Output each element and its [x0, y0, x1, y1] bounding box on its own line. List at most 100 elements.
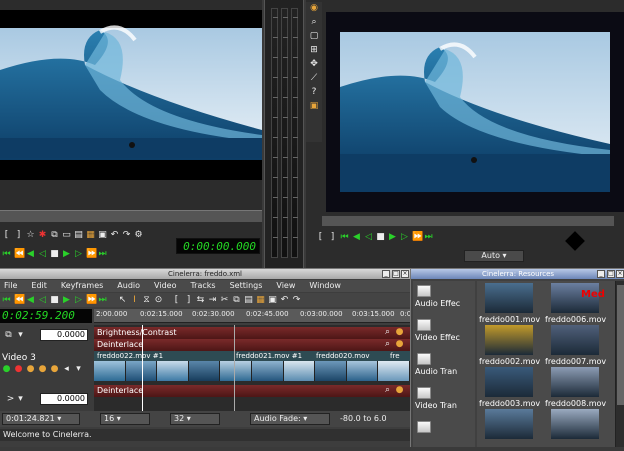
reverse-play-icon[interactable]: ◁: [38, 249, 47, 259]
position-field[interactable]: 0:01:24.821 ▾: [2, 413, 80, 425]
frame-forward-icon[interactable]: ▷: [400, 232, 409, 242]
lock-icon[interactable]: ⊙: [154, 295, 163, 305]
chevron-down-icon[interactable]: ▾: [74, 365, 83, 374]
play-track-icon[interactable]: ●: [2, 365, 11, 374]
protect-icon[interactable]: ◉: [310, 4, 319, 13]
scrollbar-thumb[interactable]: [617, 285, 624, 405]
folder-video-effects[interactable]: Video Effec: [415, 319, 473, 345]
effect-toggle-icon[interactable]: ●: [395, 340, 404, 349]
audio-fade-select[interactable]: Audio Fade: ▾: [250, 413, 330, 425]
projector-icon[interactable]: ⊞: [310, 46, 319, 55]
magnify-icon[interactable]: ⌕: [383, 340, 392, 349]
compositor-canvas[interactable]: [326, 12, 624, 212]
menu-edit[interactable]: Edit: [31, 280, 47, 292]
stop-icon[interactable]: ■: [50, 249, 59, 259]
maximize-icon[interactable]: □: [392, 270, 400, 278]
to-clip-icon[interactable]: ▣: [98, 230, 107, 240]
frame-forward-icon[interactable]: ▷: [74, 249, 83, 259]
asset-item[interactable]: freddo007.mov: [545, 325, 606, 367]
frame-back-icon[interactable]: ◀: [26, 295, 35, 305]
compositor-video-frame[interactable]: [340, 32, 610, 192]
redo-icon[interactable]: ↷: [292, 295, 301, 305]
clip-icon[interactable]: ▦: [256, 295, 265, 305]
fast-reverse-icon[interactable]: ⏪: [14, 249, 25, 259]
minimize-icon[interactable]: _: [382, 270, 390, 278]
fade-value-field[interactable]: 0.0000: [40, 329, 88, 341]
menu-keyframes[interactable]: Keyframes: [61, 280, 103, 292]
clip-icon[interactable]: ▦: [86, 230, 95, 240]
minimize-icon[interactable]: _: [597, 270, 605, 278]
rewind-start-icon[interactable]: ⏮: [2, 295, 11, 305]
draw-icon[interactable]: ●: [38, 365, 47, 374]
splice-icon[interactable]: ▭: [62, 230, 71, 240]
asset-item[interactable]: Med freddo006.mov: [545, 283, 606, 325]
sample-select-b[interactable]: 32 ▾: [170, 413, 220, 425]
maximize-icon[interactable]: □: [607, 270, 615, 278]
stop-icon[interactable]: ■: [50, 295, 59, 305]
arrow-tool-icon[interactable]: ↖: [118, 295, 127, 305]
fade-value-field-2[interactable]: 0.0000: [40, 393, 88, 405]
menu-view[interactable]: View: [276, 280, 295, 292]
close-icon[interactable]: ×: [401, 270, 409, 278]
cut-icon[interactable]: ✂: [220, 295, 229, 305]
insertion-point[interactable]: [142, 325, 143, 411]
chevron-down-icon[interactable]: ▾: [16, 395, 25, 404]
undo-icon[interactable]: ↶: [110, 230, 119, 240]
splice-icon[interactable]: ⇆: [196, 295, 205, 305]
frame-back-icon[interactable]: ◀: [26, 249, 35, 259]
reverse-play-icon[interactable]: ◁: [38, 295, 47, 305]
sample-select-a[interactable]: 16 ▾: [100, 413, 150, 425]
play-icon[interactable]: ▶: [62, 249, 71, 259]
menu-settings[interactable]: Settings: [230, 280, 263, 292]
prev-label-icon[interactable]: [: [316, 232, 325, 242]
safe-region-icon[interactable]: ▣: [310, 102, 319, 111]
label-red-icon[interactable]: ✱: [38, 230, 47, 240]
label-icon[interactable]: ☆: [26, 230, 35, 240]
rewind-start-icon[interactable]: ⏮: [340, 232, 349, 242]
menu-audio[interactable]: Audio: [117, 280, 140, 292]
view-mode-icon[interactable]: ⧉: [4, 331, 13, 340]
expand-icon[interactable]: ◂: [62, 365, 71, 374]
bracket-in-icon[interactable]: [: [172, 295, 181, 305]
effect-toggle-icon[interactable]: ●: [395, 386, 404, 395]
gang-icon[interactable]: ●: [26, 365, 35, 374]
frame-back-icon[interactable]: ◀: [352, 232, 361, 242]
play-icon[interactable]: ▶: [388, 232, 397, 242]
play-icon[interactable]: ▶: [62, 295, 71, 305]
folder-media[interactable]: [415, 421, 473, 447]
camera-icon[interactable]: ▢: [310, 32, 319, 41]
viewer-scrub-bar[interactable]: [0, 210, 262, 222]
stop-icon[interactable]: ■: [376, 232, 385, 242]
effect-toggle-icon[interactable]: ●: [395, 328, 404, 337]
settings-icon[interactable]: ⚙: [134, 230, 143, 240]
magnify-icon[interactable]: ⌕: [383, 328, 392, 337]
jump-end-icon[interactable]: ⏭: [98, 249, 107, 259]
folder-audio-transitions[interactable]: Audio Tran: [415, 353, 473, 379]
folder-audio-effects[interactable]: Audio Effec: [415, 285, 473, 311]
mask-icon[interactable]: ✥: [310, 60, 319, 69]
asset-item[interactable]: freddo001.mov: [479, 283, 540, 325]
asset-item[interactable]: freddo003.mov: [479, 367, 540, 409]
menu-file[interactable]: File: [4, 280, 17, 292]
expand-track-icon[interactable]: >: [6, 395, 15, 404]
mute-icon[interactable]: ●: [50, 365, 59, 374]
undo-icon[interactable]: ↶: [280, 295, 289, 305]
timeline-ruler[interactable]: 2:00.000 0:02:15.000 0:02:30.000 0:02:45…: [94, 309, 443, 323]
menu-tracks[interactable]: Tracks: [190, 280, 215, 292]
menu-video[interactable]: Video: [154, 280, 176, 292]
asset-item[interactable]: [545, 409, 605, 451]
asset-item[interactable]: freddo002.mov: [479, 325, 540, 367]
copy-icon[interactable]: ⧉: [50, 230, 59, 240]
eyedropper-icon[interactable]: ⟋: [310, 74, 319, 83]
close-icon[interactable]: ×: [616, 270, 624, 278]
fast-forward-icon[interactable]: ⏩: [412, 232, 423, 242]
generate-keyframe-icon[interactable]: ⧖: [142, 295, 151, 305]
frame-forward-icon[interactable]: ▷: [74, 295, 83, 305]
keyframe-diamond-icon[interactable]: [565, 231, 585, 251]
bracket-out-icon[interactable]: ]: [184, 295, 193, 305]
arm-track-icon[interactable]: ●: [14, 365, 23, 374]
track-name[interactable]: Video 3: [2, 353, 36, 363]
reverse-play-icon[interactable]: ◁: [364, 232, 373, 242]
compositor-scrub-bar[interactable]: [322, 216, 614, 226]
rewind-start-icon[interactable]: ⏮: [2, 249, 11, 259]
